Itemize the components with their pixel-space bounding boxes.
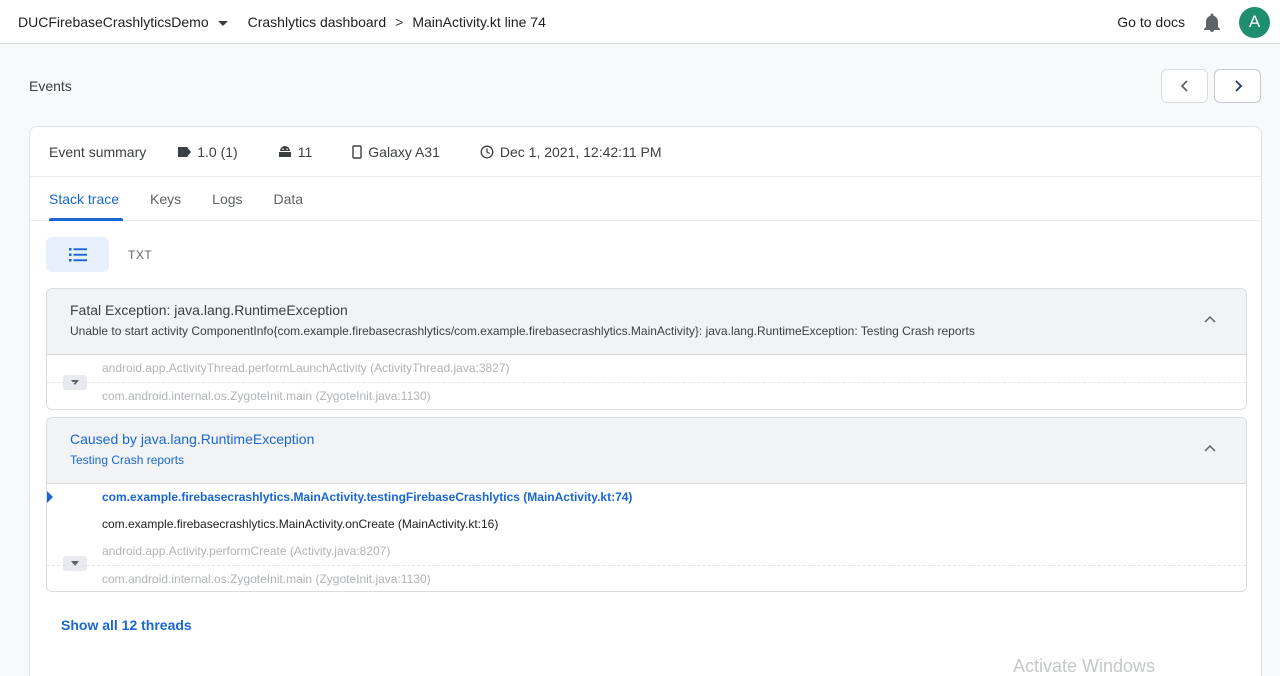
android-icon [278, 146, 291, 157]
caused-by-message: Testing Crash reports [70, 453, 185, 467]
fatal-exception-block: Fatal Exception: java.lang.RuntimeExcept… [46, 288, 1247, 410]
go-to-docs-link[interactable]: Go to docs [1117, 14, 1185, 30]
txt-view-button[interactable]: TXT [128, 248, 152, 262]
view-toggle: TXT [46, 237, 152, 272]
bell-icon[interactable] [1203, 11, 1221, 33]
tab-logs[interactable]: Logs [212, 177, 242, 221]
caused-by-title: Caused by java.lang.RuntimeException [70, 431, 315, 447]
avatar[interactable]: A [1239, 6, 1270, 38]
stack-frame-highlighted[interactable]: com.example.firebasecrashlytics.MainActi… [47, 484, 1246, 511]
project-name: DUCFirebaseCrashlyticsDemo [18, 13, 209, 30]
chevron-down-icon [217, 20, 228, 26]
previous-event-button[interactable] [1161, 69, 1208, 103]
chevron-left-icon [1180, 80, 1188, 92]
app-version: 1.0 (1) [178, 143, 238, 160]
event-card: Event summary 1.0 (1) 11 Galaxy A31 Dec … [29, 126, 1262, 676]
stack-frame: com.android.internal.os.ZygoteInit.main … [47, 565, 1246, 591]
event-time-value: Dec 1, 2021, 12:42:11 PM [499, 143, 662, 160]
tag-icon [178, 146, 192, 157]
stack-frame: android.app.ActivityThread.performLaunch… [102, 361, 510, 375]
android-version: 11 [278, 143, 313, 160]
top-bar: DUCFirebaseCrashlyticsDemo Crashlytics d… [0, 0, 1280, 44]
device-model-value: Galaxy A31 [368, 143, 440, 160]
current-frame-marker-icon [47, 491, 53, 503]
phone-icon [352, 144, 362, 159]
stack-frame: android.app.Activity.performCreate (Acti… [102, 544, 391, 558]
android-version-value: 11 [297, 143, 313, 160]
event-summary: Event summary 1.0 (1) 11 Galaxy A31 Dec … [30, 127, 1261, 177]
fatal-exception-title: Fatal Exception: java.lang.RuntimeExcept… [70, 302, 348, 318]
caused-by-header[interactable]: Caused by java.lang.RuntimeException Tes… [47, 418, 1246, 484]
breadcrumb-crashlytics-dashboard[interactable]: Crashlytics dashboard [248, 14, 387, 30]
stack-frame: com.android.internal.os.ZygoteInit.main … [47, 382, 1246, 409]
list-icon [68, 247, 87, 261]
tab-stack-trace[interactable]: Stack trace [49, 177, 124, 221]
activate-windows-watermark: Activate Windows [1013, 656, 1156, 676]
stack-frame-text: com.example.firebasecrashlytics.MainActi… [102, 490, 633, 504]
chevron-up-icon[interactable] [1204, 315, 1216, 323]
breadcrumb-current: MainActivity.kt line 74 [412, 13, 546, 30]
page-title: Events [29, 78, 72, 94]
fatal-exception-header[interactable]: Fatal Exception: java.lang.RuntimeExcept… [47, 289, 1246, 355]
show-all-threads-link[interactable]: Show all 12 threads [61, 617, 192, 633]
tab-data[interactable]: Data [274, 177, 304, 221]
chevron-right-icon [1234, 80, 1242, 92]
app-version-value: 1.0 (1) [197, 143, 238, 160]
breadcrumb: Crashlytics dashboard > MainActivity.kt … [248, 14, 546, 30]
device-model: Galaxy A31 [352, 144, 440, 160]
chevron-up-icon[interactable] [1204, 444, 1216, 452]
list-view-button[interactable] [46, 237, 109, 272]
caused-by-block: Caused by java.lang.RuntimeException Tes… [46, 417, 1247, 592]
next-event-button[interactable] [1214, 69, 1261, 103]
tab-keys[interactable]: Keys [150, 177, 181, 221]
event-time: Dec 1, 2021, 12:42:11 PM [480, 144, 662, 160]
fatal-exception-message: Unable to start activity ComponentInfo{c… [70, 324, 975, 338]
stack-frame: com.example.firebasecrashlytics.MainActi… [102, 517, 499, 531]
clock-icon [480, 145, 494, 158]
project-selector[interactable]: DUCFirebaseCrashlyticsDemo [18, 14, 228, 30]
tab-bar: Stack trace Keys Logs Data [30, 177, 1261, 221]
event-summary-label: Event summary [49, 143, 147, 160]
chevron-right-icon: > [395, 13, 404, 30]
